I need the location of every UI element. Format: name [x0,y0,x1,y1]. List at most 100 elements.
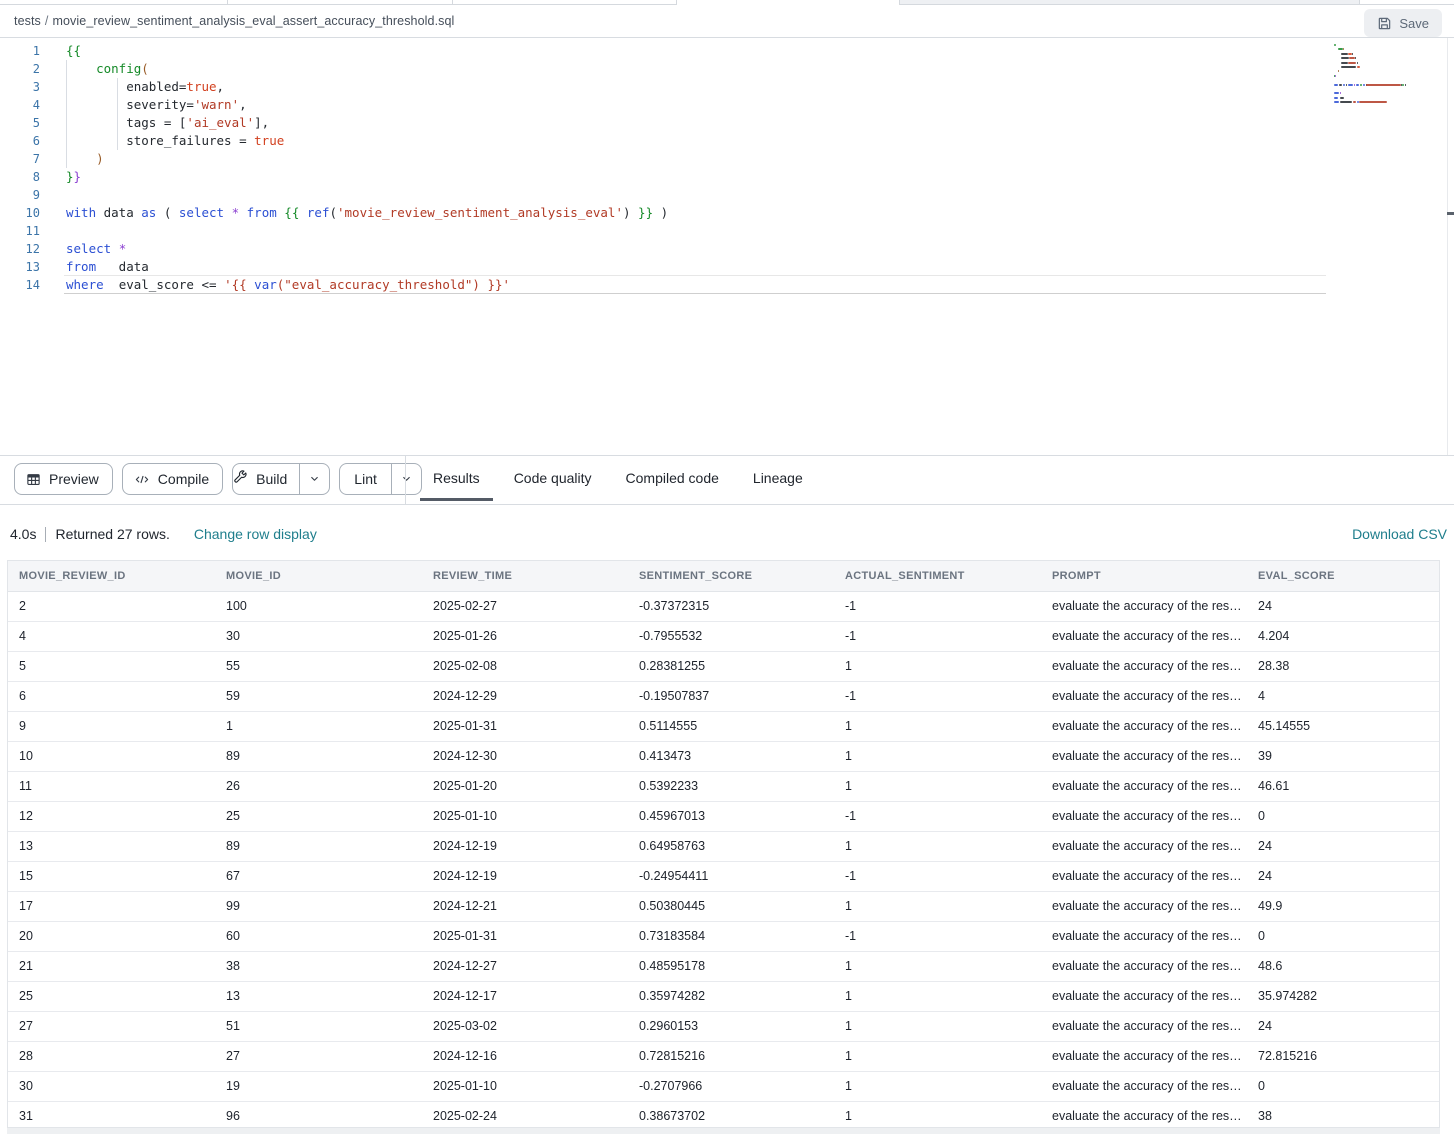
table-row: 4302025-01-26-0.7955532-1evaluate the ac… [8,621,1440,651]
code-line[interactable] [66,222,1334,240]
minimap-segment [1402,84,1404,86]
table-cell: 89 [215,741,422,771]
code-line[interactable]: config( [66,60,1334,78]
table-cell: 2024-12-16 [422,1041,628,1071]
tab-compiled-code[interactable]: Compiled code [613,456,732,505]
change-row-display-link[interactable]: Change row display [194,526,317,542]
tab-results[interactable]: Results [420,456,493,505]
line-number: 8 [0,168,40,186]
prompt-preview-text: evaluate the accuracy of the res… [1052,929,1242,943]
rows-returned-text: Returned 27 rows. [55,526,169,542]
minimap-segment [1334,101,1339,103]
line-number: 2 [0,60,40,78]
prompt-preview-text: evaluate the accuracy of the res… [1052,719,1242,733]
table-cell: 5 [8,651,215,681]
table-cell: 2025-02-27 [422,591,628,621]
minimap-segment [1340,101,1352,103]
table-cell: 1 [834,1041,1041,1071]
tab-code-quality[interactable]: Code quality [501,456,605,505]
table-cell: 0.5392233 [628,771,834,801]
table-row: 15672024-12-19-0.24954411-1evaluate the … [8,861,1440,891]
table-cell: 0.45967013 [628,801,834,831]
code-line[interactable]: }} [66,168,1334,186]
prompt-cell: evaluate the accuracy of the res… [1041,1071,1247,1101]
minimap-segment [1339,84,1343,86]
code-line[interactable]: ) [66,150,1334,168]
save-button[interactable]: Save [1364,9,1442,37]
table-cell: -0.37372315 [628,591,834,621]
prompt-preview-text: evaluate the accuracy of the res… [1052,659,1242,673]
line-number: 9 [0,186,40,204]
table-row: 6592024-12-29-0.19507837-1evaluate the a… [8,681,1440,711]
code-line[interactable]: select * [66,240,1334,258]
table-cell: 2024-12-19 [422,831,628,861]
table-cell: 0.48595178 [628,951,834,981]
prompt-preview-text: evaluate the accuracy of the res… [1052,1049,1242,1063]
editor-minimap[interactable] [1334,44,1444,164]
code-line[interactable]: tags = ['ai_eval'], [66,114,1334,132]
table-cell: 51 [215,1011,422,1041]
table-cell: 89 [215,831,422,861]
table-header-row: MOVIE_REVIEW_ID MOVIE_ID REVIEW_TIME SEN… [8,561,1440,591]
minimap-segment [1357,66,1361,68]
sql-editor[interactable]: 1234567891011121314 {{ config( enabled=t… [0,38,1454,455]
editor-scrollbar-marker[interactable] [1447,212,1454,215]
line-number: 3 [0,78,40,96]
prompt-preview-text: evaluate the accuracy of the res… [1052,1079,1242,1093]
code-line[interactable] [66,186,1334,204]
build-dropdown-button[interactable] [299,464,329,494]
table-cell: 9 [8,711,215,741]
minimap-segment [1346,84,1347,86]
code-line[interactable]: with data as ( select * from {{ ref('mov… [66,204,1334,222]
line-number: 12 [0,240,40,258]
eval-score-cell: 4.204 [1247,621,1440,651]
download-csv-link[interactable]: Download CSV [1352,526,1447,542]
code-lines[interactable]: {{ config( enabled=true, severity='warn'… [66,42,1334,294]
prompt-cell: evaluate the accuracy of the res… [1041,861,1247,891]
breadcrumb-separator: / [45,14,49,28]
line-number: 4 [0,96,40,114]
table-cell: 11 [8,771,215,801]
table-cell: -1 [834,801,1041,831]
prompt-preview-text: evaluate the accuracy of the res… [1052,839,1242,853]
table-cell: 1 [834,981,1041,1011]
editor-scrollbar-track[interactable] [1447,38,1448,455]
table-cell: 1 [834,711,1041,741]
code-line[interactable]: severity='warn', [66,96,1334,114]
build-button[interactable]: Build [233,464,299,494]
table-horizontal-scrollbar[interactable] [7,1127,1440,1134]
minimap-segment [1360,84,1362,86]
code-line[interactable]: enabled=true, [66,78,1334,96]
table-cell: 2025-01-31 [422,711,628,741]
code-line[interactable]: {{ [66,42,1334,60]
prompt-cell: evaluate the accuracy of the res… [1041,591,1247,621]
col-sentiment-score: SENTIMENT_SCORE [628,561,834,591]
compile-button[interactable]: Compile [122,463,223,495]
table-cell: 0.50380445 [628,891,834,921]
table-row: 20602025-01-310.73183584-1evaluate the a… [8,921,1440,951]
prompt-cell: evaluate the accuracy of the res… [1041,771,1247,801]
table-cell: 1 [834,651,1041,681]
prompt-preview-text: evaluate the accuracy of the res… [1052,809,1242,823]
line-number: 10 [0,204,40,222]
table-cell: 1 [834,741,1041,771]
table-cell: 1 [834,771,1041,801]
lint-button[interactable]: Lint [340,464,391,494]
prompt-preview-text: evaluate the accuracy of the res… [1052,779,1242,793]
code-line[interactable]: from data [66,258,1334,276]
table-cell: 1 [834,1011,1041,1041]
eval-score-cell: 72.815216 [1247,1041,1440,1071]
prompt-cell: evaluate the accuracy of the res… [1041,1041,1247,1071]
editor-toolbar: Preview Compile Build Lint R [0,455,1454,505]
table-cell: 30 [8,1071,215,1101]
prompt-cell: evaluate the accuracy of the res… [1041,651,1247,681]
table-cell: 27 [215,1041,422,1071]
table-cell: 2024-12-17 [422,981,628,1011]
tab-lineage[interactable]: Lineage [740,456,816,505]
code-line[interactable]: where eval_score <= '{{ var("eval_accura… [66,276,1334,294]
code-line[interactable]: store_failures = true [66,132,1334,150]
minimap-segment [1353,101,1356,103]
table-cell: 2 [8,591,215,621]
preview-button[interactable]: Preview [14,463,113,495]
table-cell: 15 [8,861,215,891]
